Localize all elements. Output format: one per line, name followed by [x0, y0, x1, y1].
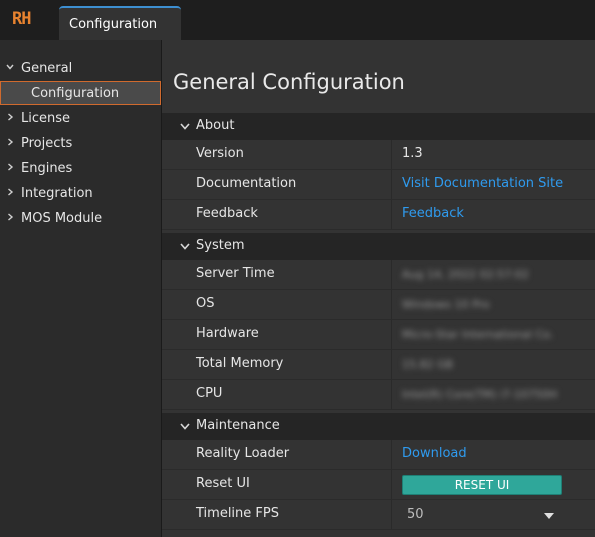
row-key: Reset UI: [196, 476, 250, 491]
reset-ui-button[interactable]: RESET UI: [402, 475, 562, 495]
row-timeline-fps: Timeline FPS 50: [162, 500, 595, 530]
sidebar-item-configuration[interactable]: Configuration: [0, 81, 161, 105]
row-key: Hardware: [196, 326, 259, 341]
row-os: OS Windows 10 Pro: [162, 290, 595, 320]
row-key: Documentation: [196, 176, 297, 191]
documentation-link[interactable]: Visit Documentation Site: [402, 176, 563, 191]
section-maintenance-header[interactable]: Maintenance: [162, 413, 595, 440]
chevron-down-icon: [180, 123, 190, 130]
sidebar-item-label: Configuration: [31, 86, 120, 101]
column-divider: [391, 380, 392, 409]
row-reset-ui: Reset UI RESET UI: [162, 470, 595, 500]
column-divider: [391, 350, 392, 379]
chevron-down-icon: [180, 423, 190, 430]
sidebar-item-mos-module[interactable]: MOS Module: [0, 207, 161, 230]
column-divider: [391, 290, 392, 319]
row-server-time: Server Time Aug 14, 2022 02:57:02: [162, 260, 595, 290]
tab-label: Configuration: [69, 17, 158, 32]
section-label: System: [196, 238, 245, 253]
column-divider: [391, 260, 392, 289]
row-total-memory: Total Memory 15.82 GB: [162, 350, 595, 380]
section-about-header[interactable]: About: [162, 113, 595, 140]
chevron-right-icon: [8, 113, 14, 121]
chevron-right-icon: [8, 213, 14, 221]
row-key: Version: [196, 146, 244, 161]
sidebar-item-integration[interactable]: Integration: [0, 182, 161, 205]
row-reality-loader: Reality Loader Download: [162, 440, 595, 470]
tab-configuration[interactable]: Configuration: [59, 6, 181, 40]
version-value: 1.3: [402, 146, 423, 161]
chevron-down-icon: [6, 64, 14, 70]
sidebar-item-label: General: [21, 61, 73, 76]
timeline-fps-value: 50: [407, 507, 424, 522]
column-divider: [391, 470, 392, 499]
row-key: Timeline FPS: [196, 506, 279, 521]
feedback-link[interactable]: Feedback: [402, 206, 464, 221]
server-time-value: Aug 14, 2022 02:57:02: [402, 268, 529, 281]
sidebar-item-general[interactable]: General: [0, 57, 161, 80]
hardware-value: Micro-Star International Co.: [402, 328, 554, 341]
row-cpu: CPU Intel(R) Core(TM) i7-10750H: [162, 380, 595, 410]
sidebar-item-label: MOS Module: [21, 211, 103, 226]
row-key: Feedback: [196, 206, 258, 221]
top-bar: RH Configuration: [0, 0, 595, 40]
main-panel: General Configuration About Version 1.3 …: [162, 40, 595, 537]
row-key: CPU: [196, 386, 223, 401]
sidebar-item-license[interactable]: License: [0, 107, 161, 130]
row-feedback: Feedback Feedback: [162, 200, 595, 230]
dropdown-arrow-icon: [544, 513, 554, 519]
row-version: Version 1.3: [162, 140, 595, 170]
timeline-fps-select[interactable]: 50: [402, 502, 562, 527]
sidebar-item-label: License: [21, 111, 71, 126]
sidebar-item-label: Engines: [21, 161, 73, 176]
sidebar-item-label: Integration: [21, 186, 93, 201]
column-divider: [391, 440, 392, 469]
column-divider: [391, 170, 392, 199]
cpu-value: Intel(R) Core(TM) i7-10750H: [402, 388, 558, 401]
page-title: General Configuration: [173, 70, 405, 94]
app-logo[interactable]: RH: [12, 9, 32, 29]
section-system-header[interactable]: System: [162, 233, 595, 260]
column-divider: [391, 200, 392, 229]
column-divider: [391, 500, 392, 529]
sidebar-item-label: Projects: [21, 136, 73, 151]
column-divider: [391, 320, 392, 349]
chevron-right-icon: [8, 163, 14, 171]
sidebar-item-engines[interactable]: Engines: [0, 157, 161, 180]
chevron-right-icon: [8, 188, 14, 196]
sidebar-item-projects[interactable]: Projects: [0, 132, 161, 155]
row-key: Total Memory: [196, 356, 284, 371]
section-label: Maintenance: [196, 418, 280, 433]
row-key: Server Time: [196, 266, 275, 281]
chevron-right-icon: [8, 138, 14, 146]
total-memory-value: 15.82 GB: [402, 358, 454, 371]
chevron-down-icon: [180, 243, 190, 250]
row-key: Reality Loader: [196, 446, 290, 461]
row-key: OS: [196, 296, 215, 311]
section-label: About: [196, 118, 235, 133]
row-hardware: Hardware Micro-Star International Co.: [162, 320, 595, 350]
column-divider: [391, 140, 392, 169]
download-link[interactable]: Download: [402, 446, 467, 461]
os-value: Windows 10 Pro: [402, 298, 490, 311]
row-documentation: Documentation Visit Documentation Site: [162, 170, 595, 200]
sidebar: General Configuration License Projects E…: [0, 40, 162, 537]
